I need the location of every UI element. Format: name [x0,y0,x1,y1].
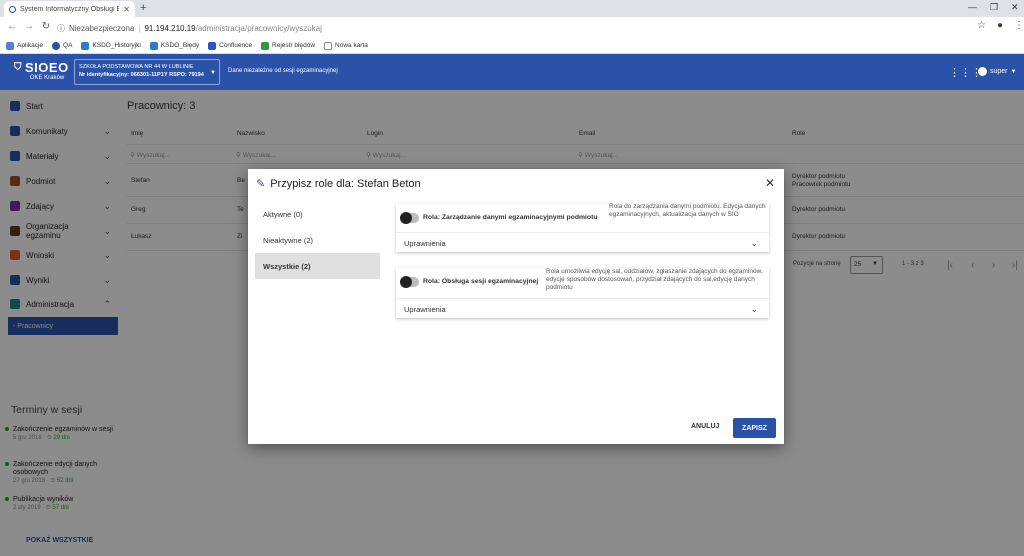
jira-icon [149,41,158,50]
save-button[interactable]: ZAPISZ [733,418,776,438]
school-name: SZKOŁA PODSTAWOWA NR 44 W LUBLINIE [79,64,194,70]
school-ids: Nr identyfikacyjny: 066301-11P1Y RSPO: 7… [79,72,204,78]
browser-tab-bar: System Informatyczny Obsługi E ✕ + — ❐ ✕ [0,0,1024,17]
bookmark-rejestr[interactable]: Rejestr błędów [261,41,315,50]
confluence-icon [208,41,217,50]
browser-tab[interactable]: System Informatyczny Obsługi E ✕ [4,1,135,17]
jira-icon [81,41,90,50]
role-card: Rola: Zarządzanie danymi egzaminacyjnymi… [396,203,769,252]
url-separator: | [138,23,141,33]
caret-down-icon: ▼ [1010,68,1017,75]
close-icon[interactable]: ✕ [765,176,775,190]
globe-icon [52,41,61,50]
role-description: Rola umożliwia edycję sal, oddziałów, zg… [546,268,763,291]
profile-icon[interactable]: ● [997,20,1003,31]
bookmark-ksdo-historyjki[interactable]: KSDO_Historyjki [81,41,141,50]
menu-dots-icon[interactable]: ⋮ [1014,20,1024,31]
favicon-icon [9,5,16,13]
bookmark-nowa-karta[interactable]: Nowa karta [324,41,368,50]
new-tab-icon[interactable]: + [140,2,146,14]
url-input[interactable]: ⓘ Niezabezpieczona | 91.194.210.19/admin… [57,20,962,36]
user-avatar-icon [978,67,987,76]
bookmarks-bar: Aplikacje QA KSDO_Historyjki KSDO_Błędy … [0,38,1024,54]
url-host: 91.194.210.19 [144,23,196,33]
role-toggle[interactable] [400,276,419,288]
app-logo[interactable]: ⛉ SIOEO OKE Kraków [14,60,70,81]
pencil-icon: ✎ [256,178,266,190]
page-icon [324,41,333,50]
permissions-expander[interactable]: Uprawnienia ⌄ [396,232,769,252]
app-header: ⛉ SIOEO OKE Kraków SZKOŁA PODSTAWOWA NR 4… [0,54,1024,90]
role-card: Rola: Obsługa sesji egzaminacyjnej Rola … [396,268,769,318]
school-selector[interactable]: SZKOŁA PODSTAWOWA NR 44 W LUBLINIE Nr id… [74,59,220,85]
bookmark-star-icon[interactable]: ☆ [977,20,986,31]
user-name: super [990,68,1008,75]
role-description: Rola do zarządzania danymi podmiotu. Edy… [609,203,766,218]
user-menu[interactable]: super ▼ [978,67,1016,76]
role-name: Rola: Zarządzanie danymi egzaminacyjnymi… [423,214,598,221]
tab-aktywne[interactable]: Aktywne (0) [255,201,380,227]
permissions-expander[interactable]: Uprawnienia ⌄ [396,298,769,318]
restore-icon[interactable]: ❐ [990,2,998,13]
sheet-icon [261,41,270,50]
window-close-icon[interactable]: ✕ [1011,2,1019,13]
caret-down-icon: ▼ [210,70,216,76]
role-toggle[interactable] [400,212,419,224]
info-icon: ⓘ [57,23,65,33]
reload-icon[interactable]: ↻ [38,21,54,32]
logo-shield-icon: ⛉ [14,62,22,73]
url-path: /administracja/pracownicy/wyszukaj [195,23,322,33]
tab-title: System Informatyczny Obsługi E [20,5,120,13]
bookmark-qa[interactable]: QA [52,41,72,50]
tab-nieaktywne[interactable]: Nieaktywne (2) [255,227,380,253]
assign-roles-dialog: ✎ Przypisz role dla: Stefan Beton ✕ Akty… [248,169,784,444]
chevron-down-icon: ⌄ [750,238,758,248]
tab-close-icon[interactable]: ✕ [123,5,130,14]
chevron-down-icon: ⌄ [750,304,758,314]
tab-wszystkie[interactable]: Wszystkie (2) [255,253,380,279]
bookmark-confluence[interactable]: Confluence [208,41,252,50]
url-insecure-label: Niezabezpieczona [69,23,135,33]
back-icon[interactable]: ← [4,21,20,32]
bookmark-ksdo-bledy[interactable]: KSDO_Błędy [149,41,199,50]
dialog-title: ✎ Przypisz role dla: Stefan Beton [256,177,421,191]
logo-subtitle: OKE Kraków [29,75,65,81]
role-name: Rola: Obsługa sesji egzaminacyjnej [423,278,539,285]
session-info: Dane niezależne od sesji egzaminacyjnej [228,68,338,74]
bookmark-apps[interactable]: Aplikacje [6,41,43,50]
cancel-button[interactable]: ANULUJ [691,423,719,430]
forward-icon[interactable]: → [21,21,37,32]
minimize-icon[interactable]: — [968,2,977,12]
address-bar: ← → ↻ ⓘ Niezabezpieczona | 91.194.210.19… [0,17,1024,38]
apps-grid-icon [6,41,14,50]
